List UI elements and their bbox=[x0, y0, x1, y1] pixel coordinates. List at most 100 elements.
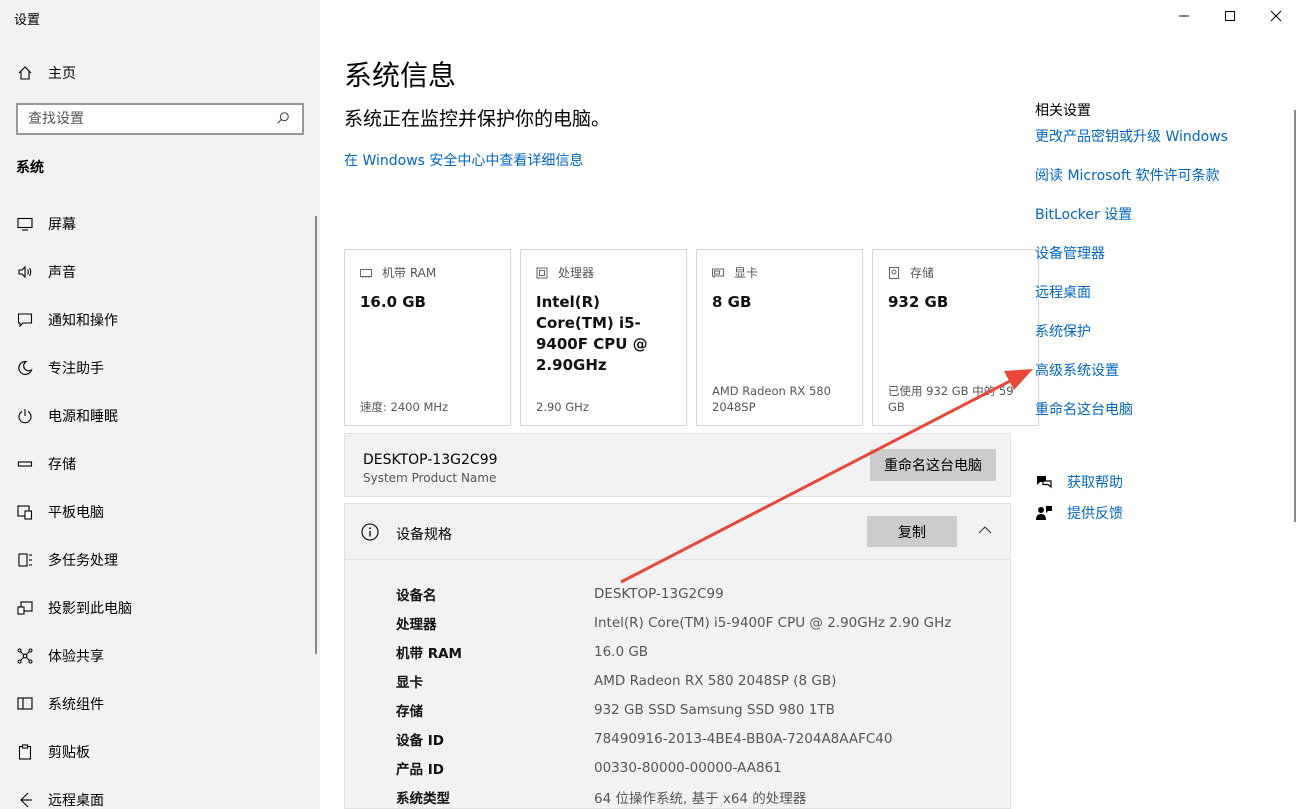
search-input[interactable] bbox=[28, 111, 276, 127]
search-box[interactable] bbox=[16, 103, 304, 135]
sidebar-item-label: 声音 bbox=[48, 265, 76, 281]
ram-card-sub: 速度: 2400 MHz bbox=[360, 400, 449, 414]
close-icon bbox=[1270, 10, 1282, 22]
spec-key: 显卡 bbox=[396, 674, 423, 691]
device-specs-panel: 设备规格 复制 设备名 DESKTOP-13G2C99 处理器 Intel(R) Co… bbox=[344, 503, 1011, 809]
rename-pc-button[interactable]: 重命名这台电脑 bbox=[870, 449, 996, 481]
storage-card-title: 存储 bbox=[910, 266, 935, 280]
disk-icon bbox=[888, 266, 902, 280]
sidebar-item-label: 电源和睡眠 bbox=[48, 409, 118, 425]
copy-button[interactable]: 复制 bbox=[867, 516, 957, 547]
remote-icon bbox=[16, 791, 34, 809]
related-settings: 相关设置 更改产品密钥或升级 Windows 阅读 Microsoft 软件许可… bbox=[1035, 100, 1285, 439]
spec-value: 78490916-2013-4BE4-BB0A-7204A8AAFC40 bbox=[594, 730, 893, 747]
feedback-label: 提供反馈 bbox=[1067, 505, 1123, 522]
section-title: 系统 bbox=[16, 160, 44, 176]
sidebar-item-multitasking[interactable]: 多任务处理 bbox=[0, 536, 320, 584]
moon-icon bbox=[16, 359, 34, 377]
get-help-link[interactable]: 获取帮助 bbox=[1035, 466, 1123, 497]
sidebar-item-project[interactable]: 投影到此电脑 bbox=[0, 584, 320, 632]
info-icon bbox=[361, 523, 379, 541]
sidebar-item-focus[interactable]: 专注助手 bbox=[0, 344, 320, 392]
spec-value: 00330-80000-00000-AA861 bbox=[594, 759, 782, 776]
link-change-product-key[interactable]: 更改产品密钥或升级 Windows bbox=[1035, 127, 1285, 166]
main-content: 系统信息 系统正在监控并保护你的电脑。 在 Windows 安全中心中查看详细信… bbox=[344, 0, 1039, 809]
gpu-card-title: 显卡 bbox=[734, 266, 759, 280]
link-device-manager[interactable]: 设备管理器 bbox=[1035, 244, 1285, 283]
spec-row: 系统类型 64 位操作系统, 基于 x64 的处理器 bbox=[396, 782, 951, 809]
sidebar-item-label: 远程桌面 bbox=[48, 793, 104, 809]
spec-key: 存储 bbox=[396, 703, 423, 720]
spec-value: 16.0 GB bbox=[594, 643, 649, 660]
sidebar-scrollbar[interactable] bbox=[315, 216, 317, 654]
storage-icon bbox=[16, 455, 34, 473]
minimize-icon bbox=[1179, 15, 1189, 17]
spec-value: 932 GB SSD Samsung SSD 980 1TB bbox=[594, 701, 835, 718]
card-label: 存储 bbox=[888, 264, 934, 281]
link-bitlocker[interactable]: BitLocker 设置 bbox=[1035, 205, 1285, 244]
gpu-icon bbox=[712, 266, 726, 280]
storage-card: 存储 932 GB 已使用 932 GB 中的 59 GB bbox=[872, 249, 1039, 426]
spec-value: AMD Radeon RX 580 2048SP (8 GB) bbox=[594, 672, 837, 689]
device-specs-header: 设备规格 复制 bbox=[345, 504, 1010, 560]
spec-key: 机带 RAM bbox=[396, 645, 462, 662]
sidebar-item-notifications[interactable]: 通知和操作 bbox=[0, 296, 320, 344]
cpu-card: 处理器 Intel(R) Core(TM) i5-9400F CPU @ 2.9… bbox=[520, 249, 687, 426]
home-label: 主页 bbox=[48, 66, 76, 82]
sidebar-item-storage[interactable]: 存储 bbox=[0, 440, 320, 488]
feedback-link[interactable]: 提供反馈 bbox=[1035, 497, 1123, 528]
speaker-icon bbox=[16, 263, 34, 281]
notification-icon bbox=[16, 311, 34, 329]
security-center-link[interactable]: 在 Windows 安全中心中查看详细信息 bbox=[344, 150, 583, 170]
sidebar-item-components[interactable]: 系统组件 bbox=[0, 680, 320, 728]
maximize-button[interactable] bbox=[1207, 0, 1253, 32]
cpu-card-value: Intel(R) Core(TM) i5-9400F CPU @ 2.90GHz bbox=[536, 293, 648, 374]
spec-value: 64 位操作系统, 基于 x64 的处理器 bbox=[594, 790, 807, 807]
minimize-button[interactable] bbox=[1161, 0, 1207, 32]
sidebar-item-display[interactable]: 屏幕 bbox=[0, 200, 320, 248]
device-specs-title: 设备规格 bbox=[396, 527, 452, 543]
device-name: DESKTOP-13G2C99 bbox=[363, 452, 498, 468]
ram-icon bbox=[360, 266, 374, 280]
sidebar-item-label: 专注助手 bbox=[48, 361, 104, 377]
home-icon bbox=[16, 64, 34, 82]
home-nav-item[interactable]: 主页 bbox=[16, 60, 76, 86]
link-system-protection[interactable]: 系统保护 bbox=[1035, 322, 1285, 361]
spec-value: Intel(R) Core(TM) i5-9400F CPU @ 2.90GHz… bbox=[594, 614, 952, 631]
sidebar-item-shared-experiences[interactable]: 体验共享 bbox=[0, 632, 320, 680]
sidebar-nav: 屏幕 声音 通知和操作 专注助手 电源和睡眠 存储 平板电脑 多任务处理 投影到… bbox=[0, 200, 320, 809]
get-help-label: 获取帮助 bbox=[1067, 474, 1123, 491]
spec-row: 显卡 AMD Radeon RX 580 2048SP (8 GB) bbox=[396, 666, 951, 695]
spec-row: 设备名 DESKTOP-13G2C99 bbox=[396, 579, 951, 608]
sidebar-item-remote-desktop[interactable]: 远程桌面 bbox=[0, 776, 320, 809]
card-label: 机带 RAM bbox=[360, 264, 436, 281]
main-scrollbar[interactable] bbox=[1294, 110, 1296, 522]
tablet-icon bbox=[16, 503, 34, 521]
ram-card-value: 16.0 GB bbox=[360, 293, 426, 311]
cpu-card-sub: 2.90 GHz bbox=[536, 400, 589, 414]
spec-value: DESKTOP-13G2C99 bbox=[594, 585, 724, 602]
product-name: System Product Name bbox=[363, 471, 497, 485]
sidebar-item-label: 通知和操作 bbox=[48, 313, 118, 329]
sidebar-item-tablet[interactable]: 平板电脑 bbox=[0, 488, 320, 536]
link-rename-pc[interactable]: 重命名这台电脑 bbox=[1035, 400, 1285, 439]
device-name-bar: DESKTOP-13G2C99 System Product Name 重命名这… bbox=[344, 433, 1011, 497]
search-icon[interactable] bbox=[276, 111, 292, 127]
link-remote-desktop[interactable]: 远程桌面 bbox=[1035, 283, 1285, 322]
storage-card-sub: 已使用 932 GB 中的 59 GB bbox=[888, 384, 1014, 414]
sidebar-item-label: 投影到此电脑 bbox=[48, 601, 132, 617]
link-license-terms[interactable]: 阅读 Microsoft 软件许可条款 bbox=[1035, 166, 1285, 205]
chevron-up-icon[interactable] bbox=[977, 522, 995, 540]
close-button[interactable] bbox=[1253, 0, 1299, 32]
sidebar-item-power[interactable]: 电源和睡眠 bbox=[0, 392, 320, 440]
sidebar-item-label: 系统组件 bbox=[48, 697, 104, 713]
page-subtitle: 系统正在监控并保护你的电脑。 bbox=[344, 108, 611, 130]
window-controls bbox=[1161, 0, 1299, 32]
sidebar-item-clipboard[interactable]: 剪贴板 bbox=[0, 728, 320, 776]
page-title: 系统信息 bbox=[344, 59, 457, 92]
sidebar-item-sound[interactable]: 声音 bbox=[0, 248, 320, 296]
sidebar-item-label: 存储 bbox=[48, 457, 76, 473]
spec-row: 存储 932 GB SSD Samsung SSD 980 1TB bbox=[396, 695, 951, 724]
help-chat-icon bbox=[1035, 473, 1053, 491]
link-advanced-system-settings[interactable]: 高级系统设置 bbox=[1035, 361, 1285, 400]
